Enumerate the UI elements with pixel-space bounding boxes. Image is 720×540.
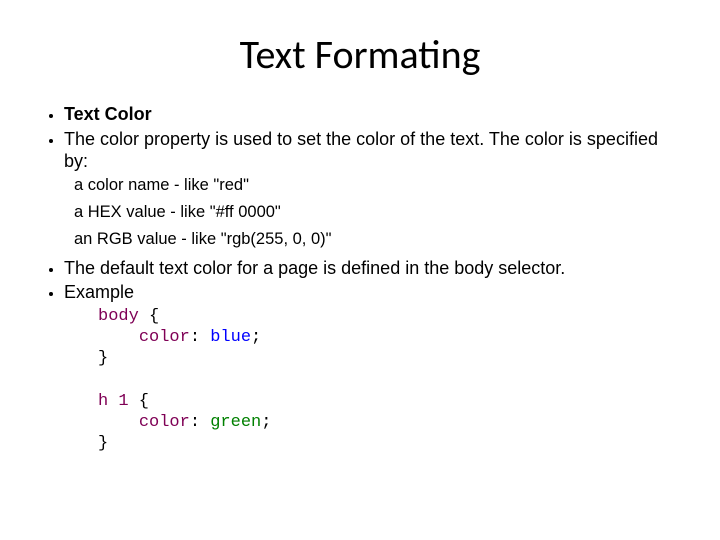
code-brace: { <box>139 307 159 326</box>
code-semicolon: ; <box>251 328 261 347</box>
bullet-example: Example <box>64 281 680 304</box>
code-indent-2 <box>98 413 139 432</box>
code-value-green: green <box>210 413 261 432</box>
bullet-code-block: body { color: blue; } h 1 { color: green… <box>64 306 680 455</box>
code-indent <box>98 328 139 347</box>
code-colon: : <box>190 328 210 347</box>
bullet-text-color: Text Color <box>64 103 680 126</box>
sub-hex-value: a HEX value - like "#ff 0000" <box>40 202 680 223</box>
code-close-brace: } <box>98 349 108 368</box>
code-keyword-h1: h 1 <box>98 392 129 411</box>
sub-color-name: a color name - like "red" <box>40 175 680 196</box>
sub-rgb-value: an RGB value - like "rgb(255, 0, 0)" <box>40 229 680 250</box>
code-block: body { color: blue; } h 1 { color: green… <box>64 306 680 455</box>
bullet-color-property: The color property is used to set the co… <box>64 128 680 173</box>
code-brace-2: { <box>129 392 149 411</box>
code-value-blue: blue <box>210 328 251 347</box>
bullet-list-2: The default text color for a page is def… <box>40 257 680 455</box>
slide-title: Text Formating <box>40 30 680 79</box>
slide: Text Formating Text Color The color prop… <box>0 0 720 540</box>
code-keyword-body: body <box>98 307 139 326</box>
code-colon-2: : <box>190 413 210 432</box>
code-close-brace-2: } <box>98 434 108 453</box>
code-semicolon-2: ; <box>261 413 271 432</box>
code-keyword-color: color <box>139 328 190 347</box>
bullet-default-color: The default text color for a page is def… <box>64 257 680 280</box>
code-keyword-color-2: color <box>139 413 190 432</box>
bullet-list: Text Color The color property is used to… <box>40 103 680 173</box>
